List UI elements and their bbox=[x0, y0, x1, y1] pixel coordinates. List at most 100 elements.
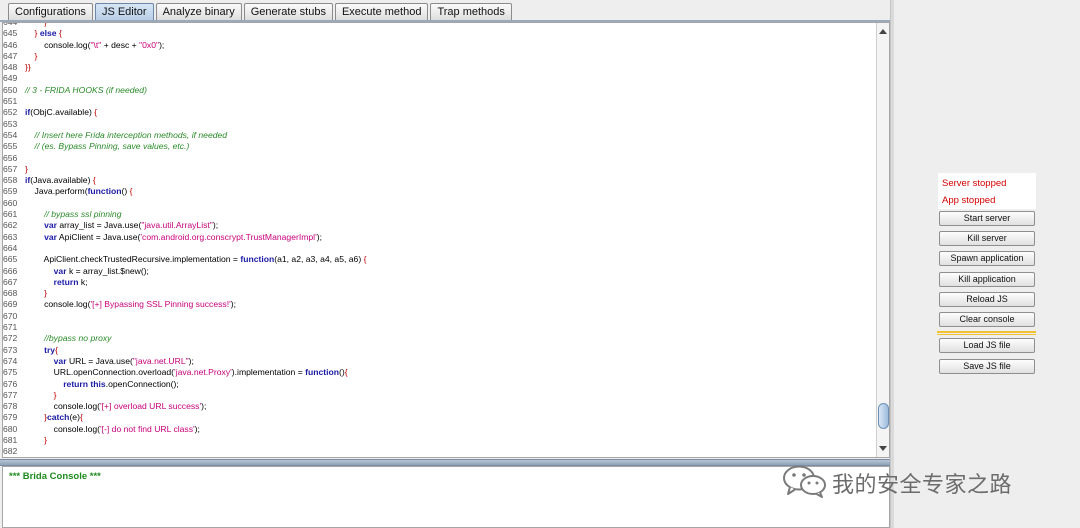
code-line: 681 } bbox=[3, 435, 873, 446]
wechat-icon bbox=[783, 465, 826, 498]
status-panel: Server stopped App stopped bbox=[938, 173, 1036, 209]
code-line: 666 var k = array_list.$new(); bbox=[3, 266, 873, 277]
tab-generate-stubs[interactable]: Generate stubs bbox=[243, 3, 333, 21]
code-token: { bbox=[344, 367, 348, 378]
code-token: + desc + bbox=[101, 39, 140, 50]
code-token: '[+] Bypassing SSL Pinning success!' bbox=[90, 299, 231, 310]
code-token: } bbox=[25, 412, 47, 423]
code-token: } bbox=[25, 50, 38, 61]
line-number: 650 bbox=[3, 84, 18, 95]
line-number: 667 bbox=[3, 276, 18, 287]
code-line: 674 var URL = Java.use("java.net.URL"); bbox=[3, 356, 873, 367]
code-line: 657} bbox=[3, 164, 873, 175]
code-token: return bbox=[25, 378, 89, 389]
tab-analyze-binary[interactable]: Analyze binary bbox=[155, 3, 242, 21]
code-token: URL = Java.use( bbox=[66, 355, 133, 366]
pane-splitter[interactable] bbox=[0, 459, 890, 466]
code-token: { bbox=[92, 175, 96, 186]
code-token: } bbox=[25, 163, 28, 174]
code-token: ); bbox=[159, 39, 165, 50]
code-token: var bbox=[25, 355, 67, 366]
tab-js-editor[interactable]: JS Editor bbox=[94, 3, 154, 21]
line-number: 669 bbox=[3, 299, 18, 310]
code-line: 650 // 3 - FRIDA HOOKS (if needed) bbox=[3, 85, 873, 96]
save-js-file-button[interactable]: Save JS file bbox=[939, 359, 1035, 374]
line-number: 652 bbox=[3, 107, 18, 118]
code-token: (e) bbox=[69, 412, 80, 423]
code-token: else bbox=[39, 28, 57, 39]
kill-application-button[interactable]: Kill application bbox=[939, 272, 1035, 287]
watermark: 我的安全专家之路 bbox=[782, 462, 1052, 502]
line-number: 656 bbox=[3, 152, 18, 163]
code-token: } bbox=[25, 28, 38, 39]
code-token: try bbox=[25, 344, 56, 355]
start-server-button[interactable]: Start server bbox=[939, 211, 1035, 226]
line-number: 655 bbox=[3, 141, 18, 152]
code-token: { bbox=[94, 107, 98, 118]
code-token: { bbox=[55, 344, 58, 355]
js-code-editor[interactable]: 644 } 645 } else {646 console.log("\t" + … bbox=[2, 22, 890, 458]
code-line: 656 bbox=[3, 153, 873, 164]
code-line: 655 // (es. Bypass Pinning, save values,… bbox=[3, 141, 873, 152]
tab-execute-method[interactable]: Execute method bbox=[334, 3, 429, 21]
code-token: (a1, a2, a3, a4, a5, a6) bbox=[274, 254, 364, 265]
reload-js-button[interactable]: Reload JS bbox=[939, 292, 1035, 307]
line-number: 661 bbox=[3, 209, 18, 220]
code-lines: 644 } 645 } else {646 console.log("\t" + … bbox=[3, 23, 873, 457]
line-number: 675 bbox=[3, 367, 18, 378]
vertical-divider[interactable] bbox=[890, 0, 894, 528]
brida-console[interactable]: *** Brida Console *** bbox=[2, 466, 890, 528]
code-token: ApiClient.checkTrustedRecursive.implemen… bbox=[25, 254, 241, 265]
tab-trap-methods[interactable]: Trap methods bbox=[430, 3, 512, 21]
code-token: console.log( bbox=[25, 299, 91, 310]
line-number: 659 bbox=[3, 186, 18, 197]
code-line: 648}} bbox=[3, 62, 873, 73]
editor-scrollbar[interactable] bbox=[876, 23, 889, 457]
load-js-file-button[interactable]: Load JS file bbox=[939, 338, 1035, 353]
code-token: return bbox=[25, 276, 79, 287]
tab-configurations[interactable]: Configurations bbox=[8, 3, 93, 21]
code-token: k; bbox=[78, 276, 88, 287]
code-token: ); bbox=[194, 423, 200, 434]
code-token: Java.perform( bbox=[25, 186, 88, 197]
code-token: ); bbox=[201, 401, 207, 412]
line-number: 658 bbox=[3, 175, 18, 186]
code-line: 645 } else { bbox=[3, 28, 873, 39]
scroll-thumb[interactable] bbox=[878, 403, 889, 429]
code-token: ); bbox=[316, 231, 322, 242]
code-token: // (es. Bypass Pinning, save values, etc… bbox=[25, 141, 190, 152]
scroll-up-arrow-icon[interactable] bbox=[879, 29, 887, 34]
code-token: k = array_list.$new(); bbox=[66, 265, 149, 276]
line-number: 670 bbox=[3, 310, 18, 321]
kill-server-button[interactable]: Kill server bbox=[939, 231, 1035, 246]
clear-console-button[interactable]: Clear console bbox=[939, 312, 1035, 327]
code-line: 676 return this.openConnection(); bbox=[3, 379, 873, 390]
scroll-down-arrow-icon[interactable] bbox=[879, 446, 887, 451]
code-token: "0x0" bbox=[139, 39, 160, 50]
line-number: 682 bbox=[3, 446, 18, 457]
code-line: 646 console.log("\t" + desc + "0x0"); bbox=[3, 40, 873, 51]
code-token: console.log( bbox=[25, 39, 91, 50]
line-number: 653 bbox=[3, 118, 18, 129]
line-number: 662 bbox=[3, 220, 18, 231]
console-header-text: *** Brida Console *** bbox=[9, 471, 101, 482]
code-line: 660 bbox=[3, 198, 873, 209]
code-line: 675 URL.openConnection.overload('java.ne… bbox=[3, 367, 873, 378]
code-token: ); bbox=[188, 355, 194, 366]
line-number: 680 bbox=[3, 423, 18, 434]
code-token: // Insert here Frida interception method… bbox=[25, 129, 228, 140]
code-token: function bbox=[87, 186, 122, 197]
code-token: { bbox=[363, 254, 367, 265]
line-number: 649 bbox=[3, 73, 18, 84]
line-number: 663 bbox=[3, 231, 18, 242]
code-token: ).implementation = bbox=[231, 367, 306, 378]
code-line: 658 if(Java.available) { bbox=[3, 175, 873, 186]
line-number: 677 bbox=[3, 389, 18, 400]
code-line: 665 ApiClient.checkTrustedRecursive.impl… bbox=[3, 254, 873, 265]
line-number: 648 bbox=[3, 62, 18, 73]
code-line: 659 Java.perform(function() { bbox=[3, 186, 873, 197]
code-token: (Java.available) bbox=[30, 175, 93, 186]
code-token: 'java.net.Proxy' bbox=[174, 367, 232, 378]
spawn-application-button[interactable]: Spawn application bbox=[939, 251, 1035, 266]
code-token: ); bbox=[212, 220, 219, 231]
